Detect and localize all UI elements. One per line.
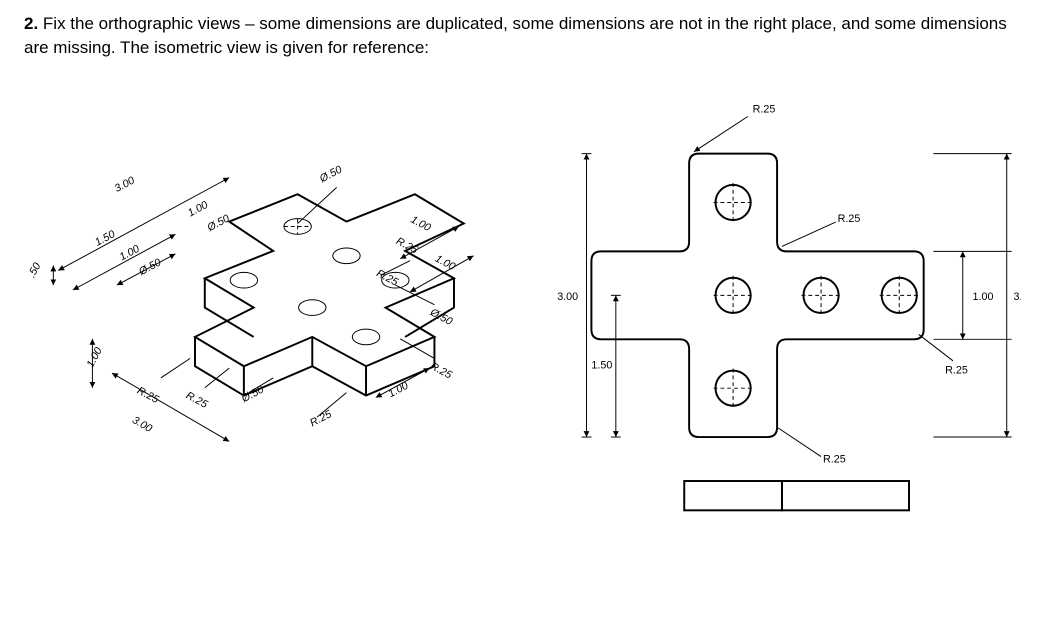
top-r25-a: R.25 (837, 213, 860, 225)
iso-dim-1-00e: 1.00 (386, 379, 410, 399)
iso-dim-3-00a: 3.00 (113, 174, 137, 194)
iso-phi-050c: Ø.50 (317, 163, 344, 185)
top-1-00-right: 1.00 (972, 291, 993, 303)
iso-050: .50 (26, 260, 44, 279)
question-text: Fix the orthographic views – some dimens… (24, 14, 1007, 57)
question-number: 2. (24, 14, 38, 33)
top-3-00-right: 3.00 (1013, 291, 1021, 303)
question-prompt: 2. Fix the orthographic views – some dim… (24, 12, 1021, 60)
iso-r25a: R.25 (394, 235, 420, 256)
iso-r25d: R.25 (308, 408, 334, 429)
iso-phi-050e: Ø.50 (239, 383, 266, 405)
iso-r25c: R.25 (428, 360, 454, 381)
top-r25-top: R.25 (752, 103, 775, 115)
top-1-50: 1.50 (591, 359, 612, 371)
iso-3-00b: 3.00 (130, 414, 154, 435)
iso-r25f: R.25 (135, 384, 161, 405)
iso-dim-1-50: 1.50 (93, 228, 117, 248)
iso-phi-050a: Ø.50 (136, 256, 163, 278)
top-3-00-left: 3.00 (557, 291, 578, 303)
top-r25-c: R.25 (823, 453, 846, 465)
iso-dim-1-00b: 1.00 (186, 199, 210, 219)
orthographic-views: R.25 R.25 R.25 (523, 80, 1021, 540)
iso-dim-1-00a: 1.00 (117, 243, 141, 263)
front-view (684, 481, 909, 510)
iso-r25e: R.25 (184, 389, 210, 410)
iso-phi-050b: Ø.50 (205, 212, 232, 234)
iso-dim-1-00c: 1.00 (409, 213, 433, 233)
top-r25-b: R.25 (945, 364, 968, 376)
iso-1-00-left: 1.00 (84, 345, 104, 369)
figure-wrap: 3.00 1.50 1.00 Ø.50 1.00 Ø.50 Ø.50 1.00 … (24, 80, 1021, 540)
iso-dim-1-00d: 1.00 (433, 252, 457, 272)
isometric-view: 3.00 1.50 1.00 Ø.50 1.00 Ø.50 Ø.50 1.00 … (24, 80, 513, 500)
